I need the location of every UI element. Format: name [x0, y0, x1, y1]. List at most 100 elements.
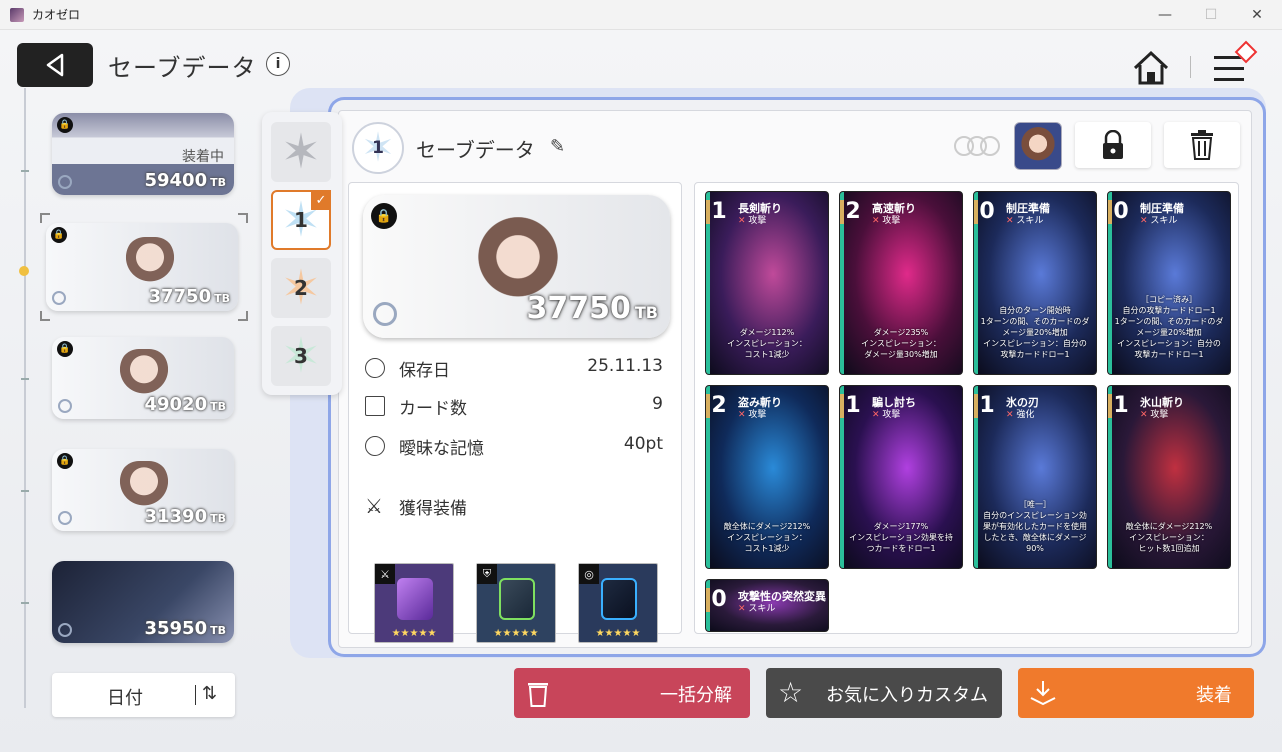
lock-icon: 🔒	[57, 117, 73, 133]
skill-card[interactable]: 0 制圧準備 ✕ スキル ［コピー済み］ 自分の攻撃カードドロー1 1ターンの間…	[1107, 191, 1231, 375]
card-type-label: スキル	[748, 604, 776, 614]
card-cost: 0	[706, 588, 728, 612]
card-type-icon: ✕	[1140, 410, 1148, 420]
close-button[interactable]: ✕	[1234, 0, 1280, 30]
card-description: ［コピー済み］ 自分の攻撃カードドロー1 1ターンの間、そのカードのダメージ量2…	[1114, 295, 1224, 359]
card-type-label: 攻撃	[748, 410, 767, 420]
card-type: ✕ 強化	[1006, 407, 1034, 420]
deck-number-badge: ✶ 1	[352, 122, 404, 174]
save-preview-card: 🔒 37750 TB	[363, 195, 670, 338]
clock-icon	[365, 358, 385, 378]
slot-tb-value: 59400	[144, 170, 208, 191]
skill-card[interactable]: 1 騙し討ち ✕ 攻撃 ダメージ177% インスピレーション効果を持つカードをド…	[839, 385, 963, 569]
save-slot-5[interactable]: 35950 TB	[52, 561, 234, 643]
equip-button[interactable]: 装着	[1018, 668, 1254, 718]
equipped-label: 装着中	[182, 149, 224, 165]
maximize-button[interactable]: ☐	[1188, 0, 1234, 30]
minimize-button[interactable]: —	[1142, 0, 1188, 30]
game-screen: セーブデータ i 🔒 装着中 59400 TB 🔒 37750 TB 🔒 490…	[0, 30, 1282, 752]
home-icon[interactable]	[1131, 48, 1171, 88]
skill-card[interactable]: 1 氷の刃 ✕ 強化 ［唯一］ 自分のインスピレーション効果が有効化したカードを…	[973, 385, 1097, 569]
stat-label: 曖昧な記憶	[399, 439, 484, 459]
button-label: 一括分解	[660, 685, 732, 706]
spiral-icon	[58, 623, 72, 637]
lock-icon	[1103, 130, 1123, 159]
skill-card[interactable]: 1 氷山斬り ✕ 攻撃 敵全体にダメージ212% インスピレーション： ヒット数…	[1107, 385, 1231, 569]
skill-card[interactable]: 2 高速斬り ✕ 攻撃 ダメージ235% インスピレーション： ダメージ量30%…	[839, 191, 963, 375]
deck-tab-all[interactable]: ✶	[271, 122, 331, 182]
stat-label: カード数	[399, 399, 467, 419]
save-slot-3[interactable]: 🔒 49020 TB	[52, 337, 234, 419]
edit-name-icon[interactable]: ✎	[550, 136, 565, 157]
delete-button[interactable]	[1164, 122, 1240, 168]
slot-tb-value: 49020	[144, 394, 208, 415]
stat-label: 保存日	[399, 361, 450, 381]
lock-button[interactable]	[1075, 122, 1151, 168]
card-type: ✕ 攻撃	[1140, 407, 1168, 420]
timeline-tick	[21, 170, 29, 172]
slot-tb-unit: TB	[210, 624, 226, 637]
back-arrow-icon	[46, 53, 64, 77]
skill-card[interactable]: 1 長剣斬り ✕ 攻撃 ダメージ112% インスピレーション： コスト1減少	[705, 191, 829, 375]
stat-vague-memory: 曖昧な記憶 40pt	[365, 434, 663, 462]
rarity-stars: ★★★★★	[493, 628, 539, 639]
skill-card[interactable]: 2 盗み斬り ✕ 攻撃 敵全体にダメージ212% インスピレーション： コスト1…	[705, 385, 829, 569]
card-type-label: 攻撃	[882, 410, 901, 420]
deck-title: セーブデータ	[416, 138, 535, 162]
preview-tb: 37750 TB	[527, 291, 658, 326]
card-type-label: 攻撃	[748, 216, 767, 226]
card-description: ダメージ235% インスピレーション： ダメージ量30%増加	[861, 328, 941, 359]
save-slot-4[interactable]: 🔒 31390 TB	[52, 449, 234, 531]
deck-tab-3[interactable]: ✶ 3	[271, 326, 331, 386]
swords-icon: ⚔	[365, 494, 383, 518]
deck-tab-number: 1	[294, 208, 308, 232]
equipment-accessory[interactable]: ◎ ★★★★★	[578, 563, 658, 643]
lock-icon: 🔒	[371, 203, 397, 229]
favorite-custom-button[interactable]: ☆ お気に入りカスタム	[766, 668, 1002, 718]
spiral-icon	[58, 399, 72, 413]
rings-icon	[954, 136, 1000, 156]
star-edit-icon: ☆	[778, 676, 804, 709]
timeline-tick	[21, 378, 29, 380]
card-type-label: 強化	[1016, 410, 1035, 420]
lock-icon: 🔒	[57, 453, 73, 469]
character-avatar[interactable]	[1014, 122, 1062, 170]
info-icon[interactable]: i	[266, 52, 290, 76]
deck-tab-number: 3	[294, 344, 308, 368]
card-type-label: スキル	[1150, 216, 1178, 226]
save-slot-1[interactable]: 🔒 装着中 59400 TB	[52, 113, 234, 195]
bulk-disassemble-button[interactable]: 一括分解	[514, 668, 750, 718]
lock-icon: 🔒	[51, 227, 67, 243]
slot-timeline	[24, 88, 26, 708]
trash-icon	[528, 683, 548, 707]
spiral-icon	[58, 175, 72, 189]
slot-tb: 49020 TB	[144, 394, 226, 415]
skill-card[interactable]: 0 攻撃性の突然変異 ✕ スキル	[705, 579, 829, 632]
button-label: お気に入りカスタム	[826, 685, 988, 706]
card-type: ✕ スキル	[1006, 213, 1043, 226]
skill-card[interactable]: 0 制圧準備 ✕ スキル 自分のターン開始時 1ターンの間、そのカードのダメージ…	[973, 191, 1097, 375]
sort-divider	[195, 685, 196, 705]
spiral-icon	[373, 302, 397, 326]
save-slot-2-selected[interactable]: 🔒 37750 TB	[46, 223, 238, 311]
selection-corner	[238, 213, 248, 223]
sort-button[interactable]: 日付 ⇅	[52, 673, 235, 717]
equipment-weapon[interactable]: ⚔ ★★★★★	[374, 563, 454, 643]
slot-tb-value: 35950	[144, 618, 208, 639]
armor-icon: ⛨	[477, 564, 497, 584]
card-type: ✕ スキル	[738, 601, 775, 614]
back-button[interactable]	[17, 43, 93, 87]
slot-tb-unit: TB	[214, 292, 230, 305]
sort-order-icon[interactable]: ⇅	[202, 683, 217, 704]
card-type-icon: ✕	[1140, 216, 1148, 226]
deck-tab-2[interactable]: ✶ 2	[271, 258, 331, 318]
stat-card-count: カード数 9	[365, 394, 663, 422]
equipment-armor[interactable]: ⛨ ★★★★★	[476, 563, 556, 643]
timeline-tick	[21, 602, 29, 604]
card-type-label: 攻撃	[882, 216, 901, 226]
lock-icon: 🔒	[57, 341, 73, 357]
deck-tab-1[interactable]: ✶ 1 ✓	[271, 190, 331, 250]
slot-tb-unit: TB	[210, 512, 226, 525]
trash-icon	[1191, 130, 1213, 160]
card-cost: 0	[974, 200, 996, 224]
